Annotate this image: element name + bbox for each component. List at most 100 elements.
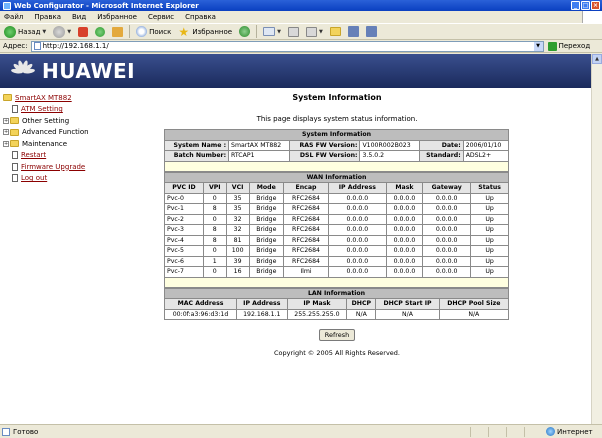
spacer-cell [164,276,509,288]
mode-cell: Bridge [248,266,284,278]
expand-icon[interactable]: + [3,140,9,147]
vci-cell: 35 [225,192,250,204]
edit-button[interactable]: ▼ [304,25,325,39]
pvc-id-cell: Pvc-2 [164,213,204,225]
page-icon [2,427,10,436]
encap-cell: RFC2684 [282,234,329,246]
chevron-down-icon[interactable]: ▼ [533,41,543,51]
minimize-button[interactable]: _ [571,1,580,10]
search-button[interactable]: Поиск [134,25,173,39]
go-button[interactable]: Переход [547,41,591,51]
column-header: IP Address [327,182,387,194]
tool-button-2[interactable] [364,25,379,39]
menu-view[interactable]: Вид [72,13,86,21]
expand-icon[interactable]: + [3,117,9,124]
forward-arrow-icon [53,25,66,38]
sidebar-item-atm[interactable]: ATM Setting [3,104,158,116]
ie-window-icon [3,1,11,10]
security-zone: Интернет [542,427,593,436]
status-cell: Up [470,203,509,215]
sidebar-item-label[interactable]: Advanced Function [22,128,89,136]
lan-info-heading: LAN Information [164,287,509,299]
main-panel: System Information This page displays sy… [163,88,510,357]
sidebar-item-root[interactable]: SmartAX MT882 [3,92,158,104]
vci-cell: 32 [225,213,250,225]
batch-number-label: Batch Number: [163,150,230,162]
folder-icon [329,27,341,36]
copyright-text: Copyright © 2005 All Rights Reserved. [273,349,400,357]
folder-button[interactable] [328,25,343,39]
sidebar-item-label[interactable]: Firmware Upgrade [21,163,85,171]
sidebar-item-other[interactable]: + Other Setting [3,115,158,127]
vertical-scrollbar[interactable]: ▲ [591,54,602,424]
go-label: Переход [558,42,591,50]
menu-file[interactable]: Файл [4,13,23,21]
forward-button[interactable]: ▼ [51,25,73,39]
maximize-button[interactable]: □ [581,1,590,10]
sidebar-root-label[interactable]: SmartAX MT882 [15,94,72,102]
encap-cell: RFC2684 [282,213,329,225]
folder-icon [10,140,19,148]
mode-cell: Bridge [248,213,284,225]
back-arrow-icon [4,25,16,38]
expand-icon[interactable]: + [3,129,9,136]
pvc-id-cell: Pvc-5 [164,245,204,257]
ras-fw-label: RAS FW Version: [289,139,361,151]
column-header: Mode [248,182,284,194]
tool-icon [365,26,377,37]
refresh-button[interactable]: Refresh [318,329,356,341]
chevron-down-icon[interactable]: ▼ [67,29,71,35]
menu-edit[interactable]: Правка [34,13,61,21]
sidebar-item-label[interactable]: Other Setting [22,117,69,125]
gateway-cell: 0.0.0.0 [422,234,472,246]
menu-help[interactable]: Справка [185,13,216,21]
sidebar-item-label[interactable]: Log out [21,174,47,182]
address-input[interactable]: http://192.168.1.1/ ▼ [30,40,544,52]
stop-button[interactable] [76,25,90,39]
sidebar-item-label[interactable]: Maintenance [22,140,67,148]
menu-favorites[interactable]: Избранное [97,13,137,21]
back-button[interactable]: Назад ▼ [2,25,48,39]
close-button[interactable]: × [591,1,600,10]
vpi-cell: 0 [202,213,227,225]
spacer-cell [164,160,509,172]
wan-header-row: PVC ID VPI VCI Mode Encap IP Address Mas… [164,182,509,194]
favorites-button[interactable]: ★ Избранное [176,25,234,39]
sidebar-item-label[interactable]: Restart [21,151,46,159]
mode-cell: Bridge [248,192,284,204]
home-button[interactable] [110,25,125,39]
page-icon [33,42,41,50]
sidebar-item-firmware[interactable]: Firmware Upgrade [3,161,158,173]
mail-button[interactable]: ▼ [261,25,283,39]
encap-cell: Ilmi [282,266,329,278]
scroll-up-icon[interactable]: ▲ [592,54,602,64]
chevron-down-icon[interactable]: ▼ [319,29,323,35]
tool-button-1[interactable] [346,25,361,39]
standard-value: ADSL2+ [462,150,510,162]
media-button[interactable] [237,25,252,39]
zone-label: Интернет [557,427,593,436]
sidebar-item-restart[interactable]: Restart [3,150,158,162]
sidebar-item-label[interactable]: ATM Setting [21,105,63,113]
table-row: Pvc-1 8 35 Bridge RFC2684 0.0.0.0 0.0.0.0 0.0.0… [164,203,509,215]
sidebar-item-advanced[interactable]: + Advanced Function [3,127,158,139]
refresh-page-button[interactable] [93,25,107,39]
mode-cell: Bridge [248,224,284,236]
column-header: Encap [282,182,329,194]
menu-tools[interactable]: Сервис [148,13,174,21]
search-icon [136,26,148,37]
vci-cell: 100 [225,245,250,257]
print-button[interactable] [286,25,301,39]
folder-icon [10,128,19,136]
mask-cell: 0.0.0.0 [385,213,424,225]
chevron-down-icon[interactable]: ▼ [42,29,46,35]
sidebar-item-logout[interactable]: Log out [3,173,158,185]
address-url: http://192.168.1.1/ [42,42,109,50]
chevron-down-icon[interactable]: ▼ [277,29,281,35]
status-cell: Up [470,255,509,267]
column-header: DHCP Start IP [375,298,440,310]
sidebar-item-maintenance[interactable]: + Maintenance [3,138,158,150]
window-title: Web Configurator - Microsoft Internet Ex… [14,1,199,10]
system-info-heading: System Information [164,129,509,141]
encap-cell: RFC2684 [282,192,329,204]
